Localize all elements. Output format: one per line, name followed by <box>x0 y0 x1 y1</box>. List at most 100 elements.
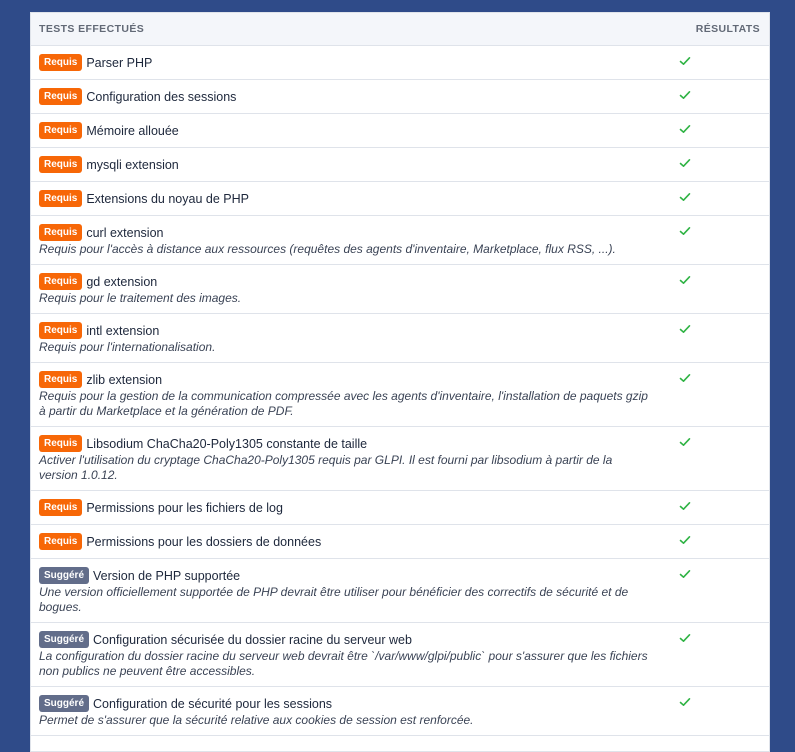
test-cell: Requis Configuration des sessions <box>31 79 662 114</box>
test-title: Configuration des sessions <box>86 89 237 104</box>
table-row: Requis mysqli extension <box>31 147 769 182</box>
table-row: Suggéré Configuration de sécurité pour le… <box>31 686 769 736</box>
test-title: curl extension <box>86 225 164 240</box>
required-badge: Requis <box>39 273 83 290</box>
test-title: intl extension <box>86 323 160 338</box>
result-cell <box>662 181 769 216</box>
test-cell: Requis Libsodium ChaCha20-Poly1305 consta… <box>31 426 662 491</box>
test-title: mysqli extension <box>86 157 179 172</box>
required-badge: Requis <box>39 88 83 105</box>
test-heading: Requis Permissions pour les fichiers de l… <box>39 499 654 516</box>
check-icon <box>679 536 691 544</box>
result-cell <box>662 426 769 491</box>
result-cell <box>662 622 769 687</box>
test-heading: Requis gd extension <box>39 273 654 290</box>
check-icon <box>679 193 691 201</box>
test-heading: Requis Permissions pour les dossiers de d… <box>39 533 654 550</box>
check-icon <box>679 91 691 99</box>
test-cell: Requis Permissions pour les fichiers de l… <box>31 490 662 525</box>
required-badge: Requis <box>39 122 83 139</box>
required-badge: Requis <box>39 499 83 516</box>
table-row: Requis Permissions pour les fichiers de l… <box>31 490 769 525</box>
result-cell <box>662 490 769 525</box>
check-icon <box>679 227 691 235</box>
test-cell: Requis mysqli extension <box>31 147 662 182</box>
test-cell: Requis Extensions du noyau de PHP <box>31 181 662 216</box>
test-title: zlib extension <box>86 372 163 387</box>
suggested-badge: Suggéré <box>39 631 90 648</box>
test-title: Configuration sécurisée du dossier racin… <box>93 632 412 647</box>
table-row: Requis Configuration des sessions <box>31 79 769 114</box>
results-column-header: RÉSULTATS <box>662 13 769 46</box>
suggested-badge: Suggéré <box>39 567 90 584</box>
test-title: Permissions pour les dossiers de données <box>86 534 322 549</box>
check-icon <box>679 438 691 446</box>
table-row: Requis zlib extension Requis pour la gesti… <box>31 362 769 427</box>
test-title: Extensions du noyau de PHP <box>86 191 249 206</box>
result-cell <box>662 524 769 559</box>
test-heading: Requis Configuration des sessions <box>39 88 654 105</box>
test-cell: Requis Mémoire allouée <box>31 113 662 148</box>
test-cell: Requis intl extension Requis pour l'intern… <box>31 313 662 363</box>
result-cell <box>662 558 769 623</box>
table-row: Requis Permissions pour les dossiers de d… <box>31 524 769 559</box>
test-heading: Requis curl extension <box>39 224 654 241</box>
check-icon <box>679 570 691 578</box>
required-badge: Requis <box>39 322 83 339</box>
test-title: Mémoire allouée <box>86 123 179 138</box>
test-heading: Requis Parser PHP <box>39 54 654 71</box>
test-cell: Requis gd extension Requis pour le traitem… <box>31 264 662 314</box>
required-badge: Requis <box>39 224 83 241</box>
required-badge: Requis <box>39 533 83 550</box>
table-row: Requis gd extension Requis pour le traitem… <box>31 264 769 314</box>
test-title: Permissions pour les fichiers de log <box>86 500 283 515</box>
required-badge: Requis <box>39 190 83 207</box>
requirements-table: TESTS EFFECTUÉS RÉSULTATS Requis Parser P… <box>31 13 769 736</box>
check-icon <box>679 374 691 382</box>
result-cell <box>662 79 769 114</box>
test-cell: Suggéré Configuration sécurisée du dossie… <box>31 622 662 687</box>
test-heading: Suggéré Version de PHP supportée <box>39 567 654 584</box>
test-heading: Requis Libsodium ChaCha20-Poly1305 consta… <box>39 435 654 452</box>
test-heading: Requis mysqli extension <box>39 156 654 173</box>
check-icon <box>679 276 691 284</box>
table-row: Requis Mémoire allouée <box>31 113 769 148</box>
table-row: Requis curl extension Requis pour l'accès … <box>31 215 769 265</box>
requirements-card: TESTS EFFECTUÉS RÉSULTATS Requis Parser P… <box>30 12 770 752</box>
test-description: Une version officiellement supportée de … <box>39 585 629 614</box>
required-badge: Requis <box>39 371 83 388</box>
test-description: Requis pour la gestion de la communicati… <box>39 389 648 418</box>
test-heading: Suggéré Configuration de sécurité pour le… <box>39 695 654 712</box>
test-description: Requis pour l'accès à distance aux resso… <box>39 242 616 256</box>
required-badge: Requis <box>39 54 83 71</box>
test-description: La configuration du dossier racine du se… <box>39 649 648 678</box>
check-icon <box>679 634 691 642</box>
result-cell <box>662 686 769 736</box>
table-row: Suggéré Configuration sécurisée du dossie… <box>31 622 769 687</box>
tests-column-header: TESTS EFFECTUÉS <box>31 13 662 46</box>
test-cell: Suggéré Configuration de sécurité pour le… <box>31 686 662 736</box>
result-cell <box>662 147 769 182</box>
check-icon <box>679 159 691 167</box>
test-heading: Requis intl extension <box>39 322 654 339</box>
table-row: Requis Extensions du noyau de PHP <box>31 181 769 216</box>
result-cell <box>662 113 769 148</box>
test-cell: Suggéré Version de PHP supportée Une versi… <box>31 558 662 623</box>
test-cell: Requis Permissions pour les dossiers de d… <box>31 524 662 559</box>
test-cell: Requis Parser PHP <box>31 45 662 80</box>
test-title: Parser PHP <box>86 55 153 70</box>
table-row: Suggéré Version de PHP supportée Une versi… <box>31 558 769 623</box>
test-cell: Requis zlib extension Requis pour la gesti… <box>31 362 662 427</box>
test-description: Activer l'utilisation du cryptage ChaCha… <box>39 453 613 482</box>
required-badge: Requis <box>39 435 83 452</box>
suggested-badge: Suggéré <box>39 695 90 712</box>
check-icon <box>679 125 691 133</box>
requirements-table-body: Requis Parser PHP Requis Configuration des … <box>31 45 769 736</box>
result-cell <box>662 313 769 363</box>
table-row: Requis Parser PHP <box>31 45 769 80</box>
required-badge: Requis <box>39 156 83 173</box>
result-cell <box>662 45 769 80</box>
check-icon <box>679 502 691 510</box>
result-cell <box>662 362 769 427</box>
test-title: Version de PHP supportée <box>93 568 241 583</box>
